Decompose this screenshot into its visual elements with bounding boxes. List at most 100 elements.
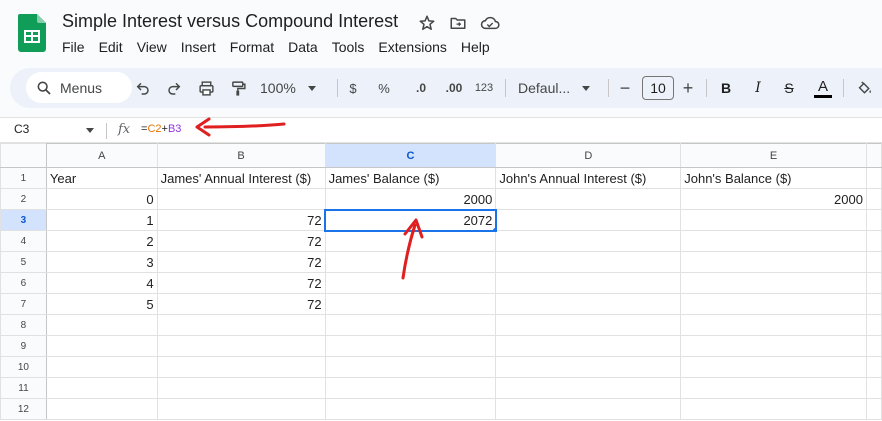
cell-A8[interactable]: [45, 314, 158, 336]
undo-icon[interactable]: [134, 75, 152, 101]
menu-format[interactable]: Format: [230, 39, 274, 55]
font-size-input[interactable]: 10: [642, 76, 674, 100]
column-header-D[interactable]: D: [495, 143, 682, 168]
cell-C6[interactable]: [324, 272, 497, 294]
row-header-4[interactable]: 4: [0, 230, 47, 252]
column-header-F[interactable]: [865, 143, 882, 168]
cell-D12[interactable]: [495, 398, 682, 420]
fill-handle[interactable]: [492, 227, 495, 230]
cell-D8[interactable]: [495, 314, 682, 336]
cell-E5[interactable]: [680, 251, 867, 273]
menus-search-button[interactable]: Menus: [26, 72, 132, 103]
menu-view[interactable]: View: [137, 39, 167, 55]
cell-B7[interactable]: 72: [156, 293, 326, 315]
cell-A3[interactable]: 1: [45, 209, 158, 231]
cell-C12[interactable]: [324, 398, 497, 420]
cell-D3[interactable]: [495, 209, 682, 231]
cell-A4[interactable]: 2: [45, 230, 158, 252]
cell-A11[interactable]: [45, 377, 158, 399]
cell-A2[interactable]: 0: [45, 188, 158, 210]
cell-E2[interactable]: 2000: [680, 188, 867, 210]
cell-B2[interactable]: [156, 188, 326, 210]
cell-A1[interactable]: Year: [45, 167, 158, 189]
menu-file[interactable]: File: [62, 39, 85, 55]
currency-format-button[interactable]: $: [346, 75, 360, 101]
move-folder-icon[interactable]: [447, 12, 469, 34]
cell-B9[interactable]: [156, 335, 326, 357]
increase-decimal-button[interactable]: .00: [440, 75, 468, 101]
percent-format-button[interactable]: %: [377, 75, 391, 101]
cell-F2[interactable]: [865, 188, 882, 210]
row-header-7[interactable]: 7: [0, 293, 47, 315]
row-header-11[interactable]: 11: [0, 377, 47, 399]
cell-E3[interactable]: [680, 209, 867, 231]
cell-D4[interactable]: [495, 230, 682, 252]
cell-B11[interactable]: [156, 377, 326, 399]
cell-F4[interactable]: [865, 230, 882, 252]
cloud-saved-icon[interactable]: [479, 12, 501, 34]
cell-F1[interactable]: [865, 167, 882, 189]
column-header-B[interactable]: B: [156, 143, 326, 168]
name-box[interactable]: C3: [14, 122, 29, 136]
column-header-A[interactable]: A: [45, 143, 158, 168]
row-header-12[interactable]: 12: [0, 398, 47, 420]
document-title[interactable]: Simple Interest versus Compound Interest: [62, 11, 398, 32]
cell-E8[interactable]: [680, 314, 867, 336]
cell-D9[interactable]: [495, 335, 682, 357]
cell-E6[interactable]: [680, 272, 867, 294]
cell-A10[interactable]: [45, 356, 158, 378]
cell-D2[interactable]: [495, 188, 682, 210]
cell-C10[interactable]: [324, 356, 497, 378]
more-formats-button[interactable]: 123: [473, 75, 495, 101]
cell-F8[interactable]: [865, 314, 882, 336]
star-icon[interactable]: [416, 12, 438, 34]
cell-F9[interactable]: [865, 335, 882, 357]
cell-F7[interactable]: [865, 293, 882, 315]
cell-B1[interactable]: James' Annual Interest ($): [156, 167, 326, 189]
decrease-decimal-button[interactable]: .0: [407, 75, 435, 101]
cell-D1[interactable]: John's Annual Interest ($): [495, 167, 682, 189]
cell-A7[interactable]: 5: [45, 293, 158, 315]
cell-B5[interactable]: 72: [156, 251, 326, 273]
cell-B6[interactable]: 72: [156, 272, 326, 294]
row-header-2[interactable]: 2: [0, 188, 47, 210]
row-header-8[interactable]: 8: [0, 314, 47, 336]
cell-E4[interactable]: [680, 230, 867, 252]
cell-C11[interactable]: [324, 377, 497, 399]
cell-F10[interactable]: [865, 356, 882, 378]
cell-C9[interactable]: [324, 335, 497, 357]
cell-F12[interactable]: [865, 398, 882, 420]
cell-B4[interactable]: 72: [156, 230, 326, 252]
menu-insert[interactable]: Insert: [181, 39, 216, 55]
cell-D7[interactable]: [495, 293, 682, 315]
cell-E12[interactable]: [680, 398, 867, 420]
cell-E9[interactable]: [680, 335, 867, 357]
menu-extensions[interactable]: Extensions: [378, 39, 446, 55]
cell-C4[interactable]: [324, 230, 497, 252]
strikethrough-button[interactable]: S: [781, 75, 797, 101]
cell-E11[interactable]: [680, 377, 867, 399]
formula-input[interactable]: =C2+B3: [141, 123, 181, 135]
row-header-6[interactable]: 6: [0, 272, 47, 294]
menu-edit[interactable]: Edit: [99, 39, 123, 55]
row-header-1[interactable]: 1: [0, 167, 47, 189]
increase-font-size-button[interactable]: +: [681, 75, 695, 101]
cell-D11[interactable]: [495, 377, 682, 399]
cell-C3[interactable]: 2072: [324, 208, 497, 232]
cell-A9[interactable]: [45, 335, 158, 357]
print-icon[interactable]: [196, 75, 216, 101]
column-header-E[interactable]: E: [680, 143, 867, 168]
cell-C8[interactable]: [324, 314, 497, 336]
cell-F6[interactable]: [865, 272, 882, 294]
zoom-select[interactable]: 100%: [260, 75, 320, 101]
cell-F5[interactable]: [865, 251, 882, 273]
font-select[interactable]: Defaul...: [518, 75, 598, 101]
column-header-C[interactable]: C: [324, 143, 497, 168]
cell-C7[interactable]: [324, 293, 497, 315]
menu-tools[interactable]: Tools: [332, 39, 365, 55]
row-header-9[interactable]: 9: [0, 335, 47, 357]
cell-C5[interactable]: [324, 251, 497, 273]
cell-F11[interactable]: [865, 377, 882, 399]
cell-B3[interactable]: 72: [156, 209, 326, 231]
sheets-logo-icon[interactable]: [18, 14, 46, 52]
